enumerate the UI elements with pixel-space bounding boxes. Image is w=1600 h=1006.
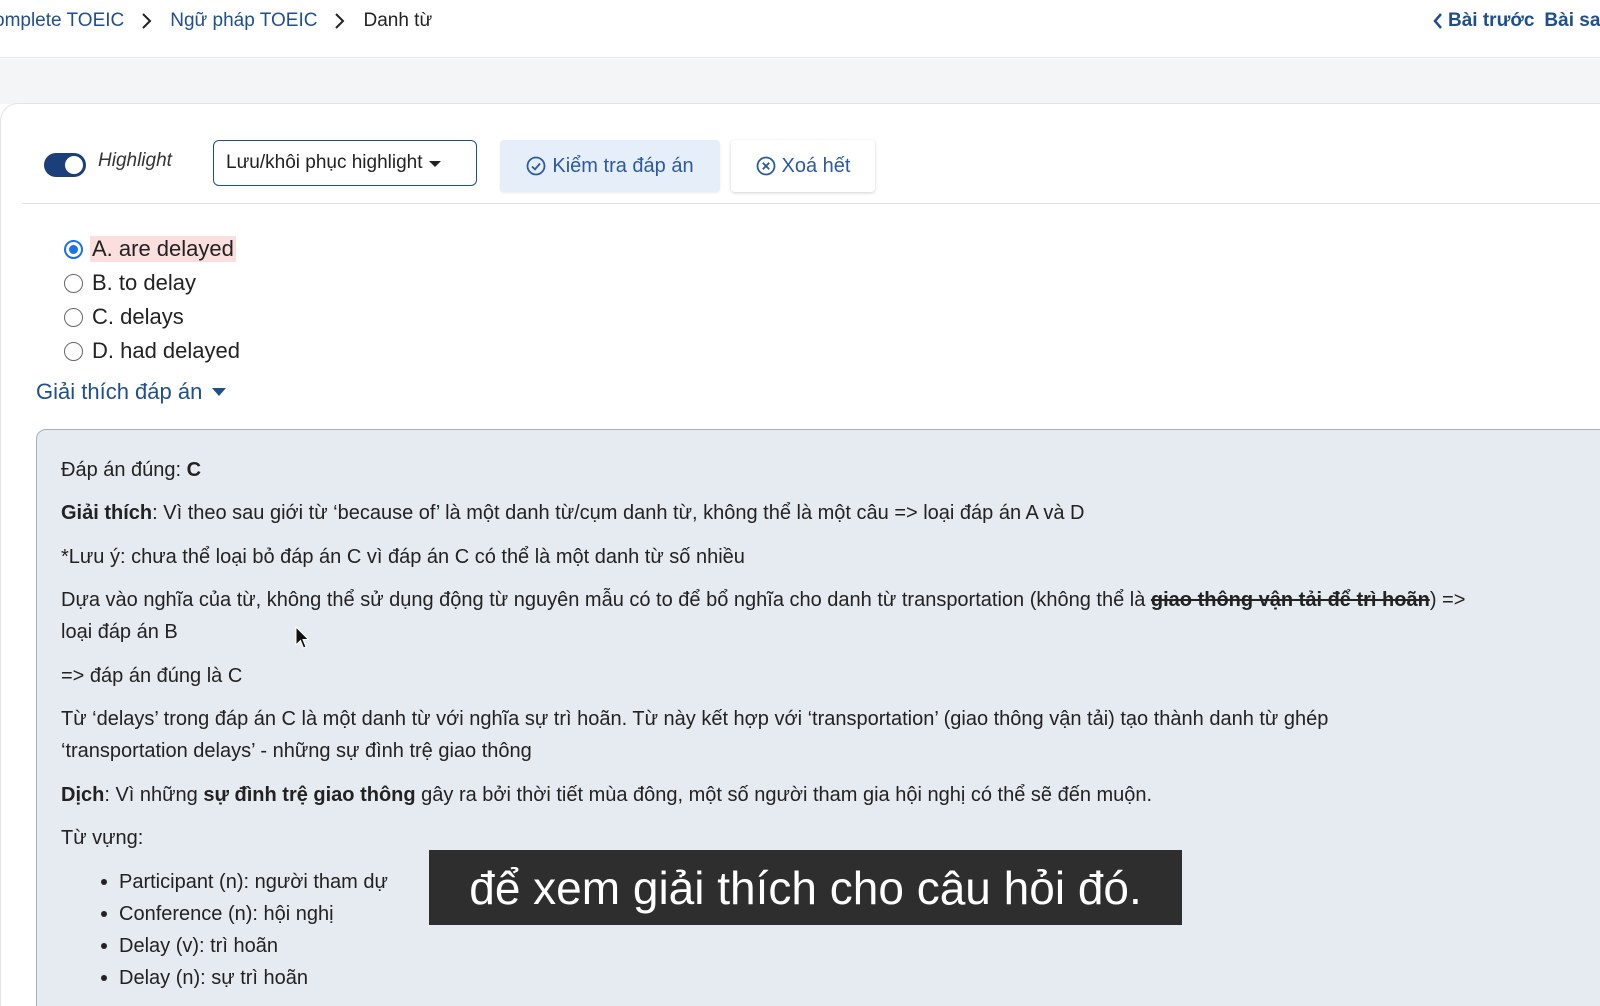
chevron-right-icon [136, 10, 158, 32]
radio-option-d[interactable] [64, 341, 83, 361]
explanation-toggle-label: Giải thích đáp án [36, 379, 203, 404]
option-c[interactable]: C. delays [64, 300, 242, 334]
explanation-line: Giải thích: Vì theo sau giới từ ‘because… [61, 497, 1084, 529]
toggle-knob [65, 156, 83, 174]
meaning-analysis-text: Dựa vào nghĩa của từ, không thể sử dụng … [61, 589, 1151, 611]
correct-answer-value: C [186, 459, 202, 481]
note-line: *Lưu ý: chưa thể loại bỏ đáp án C vì đáp… [61, 546, 745, 568]
check-answer-button[interactable]: Kiểm tra đáp án [500, 140, 720, 192]
answer-options: A. are delayed B. to delay C. delays D. … [64, 232, 242, 368]
delays-meaning-line-2: ‘transportation delays’ - những sự đình … [61, 740, 532, 762]
breadcrumb-current: Danh từ [363, 10, 433, 31]
eliminate-b-line: loại đáp án B [61, 621, 178, 643]
mouse-cursor-icon [295, 626, 309, 649]
translation-line: Dịch: Vì những sự đình trệ giao thông gâ… [61, 779, 1152, 811]
caret-down-icon [428, 161, 441, 167]
dropdown-label: Lưu/khôi phục highlight [226, 152, 423, 173]
chevron-left-icon [1432, 11, 1444, 31]
top-bar: omplete TOEIC Ngữ pháp TOEIC Danh từ Bài… [0, 0, 1600, 58]
breadcrumb-link-complete-toeic[interactable]: omplete TOEIC [0, 10, 124, 32]
lesson-nav: Bài trước Bài sau [1432, 10, 1600, 32]
explanation-toggle[interactable]: Giải thích đáp án [36, 379, 227, 405]
breadcrumb-link-ngu-phap[interactable]: Ngữ pháp TOEIC [170, 10, 317, 32]
meaning-analysis-line: Dựa vào nghĩa của từ, không thể sử dụng … [61, 584, 1465, 616]
vocab-item: Delay (n): sự trì hoãn [101, 962, 388, 994]
meaning-analysis-end: ) => [1429, 589, 1466, 611]
struck-translation: giao thông vận tải để trì hoãn [1150, 589, 1430, 611]
option-a-label[interactable]: A. are delayed [90, 236, 236, 262]
correct-answer-prefix: Đáp án đúng: [61, 459, 187, 481]
translation-bold: sự đình trệ giao thông [203, 784, 416, 806]
translation-pre: : Vì những [104, 784, 204, 806]
video-subtitle: để xem giải thích cho câu hỏi đó. [429, 850, 1182, 925]
breadcrumb: omplete TOEIC Ngữ pháp TOEIC Danh từ [0, 10, 432, 32]
option-c-label[interactable]: C. delays [90, 304, 186, 330]
save-restore-highlight-dropdown[interactable]: Lưu/khôi phục highlight [213, 140, 477, 186]
radio-option-a[interactable] [64, 239, 83, 259]
vocab-item: Participant (n): người tham dự [101, 866, 388, 898]
next-lesson-link[interactable]: Bài sau [1544, 10, 1600, 32]
explanation-label: Giải thích [61, 502, 153, 524]
toolbar-divider [22, 203, 1600, 204]
vocab-item: Conference (n): hội nghị [101, 898, 388, 930]
option-d-label[interactable]: D. had delayed [90, 338, 242, 364]
check-answer-label: Kiểm tra đáp án [552, 154, 694, 177]
vocabulary-label: Từ vựng: [61, 827, 144, 849]
check-circle-icon [526, 156, 546, 176]
correct-answer-line: Đáp án đúng: C [61, 454, 201, 486]
option-a[interactable]: A. are delayed [64, 232, 242, 266]
highlight-toggle[interactable] [44, 153, 86, 177]
chevron-right-icon [329, 10, 351, 32]
highlight-label: Highlight [98, 150, 172, 171]
vocabulary-list: Participant (n): người tham dự Conferenc… [101, 866, 388, 994]
delays-meaning-line-1: Từ ‘delays’ trong đáp án C là một danh t… [61, 708, 1329, 730]
option-d[interactable]: D. had delayed [64, 334, 242, 368]
translation-post: gây ra bởi thời tiết mùa đông, một số ng… [415, 784, 1153, 806]
radio-option-b[interactable] [64, 273, 83, 293]
clear-all-button[interactable]: Xoá hết [731, 140, 875, 192]
clear-all-label: Xoá hết [781, 154, 851, 177]
option-b-label[interactable]: B. to delay [90, 270, 198, 296]
x-circle-icon [756, 156, 776, 176]
page-background-band [0, 59, 1600, 104]
translation-label: Dịch [61, 784, 105, 806]
radio-option-c[interactable] [64, 307, 83, 327]
prev-lesson-link[interactable]: Bài trước [1448, 10, 1534, 32]
correct-is-c-line: => đáp án đúng là C [61, 665, 243, 687]
vocab-item: Delay (v): trì hoãn [101, 930, 388, 962]
option-b[interactable]: B. to delay [64, 266, 242, 300]
caret-down-icon [212, 388, 227, 396]
explanation-text: : Vì theo sau giới từ ‘because of’ là mộ… [152, 502, 1085, 524]
